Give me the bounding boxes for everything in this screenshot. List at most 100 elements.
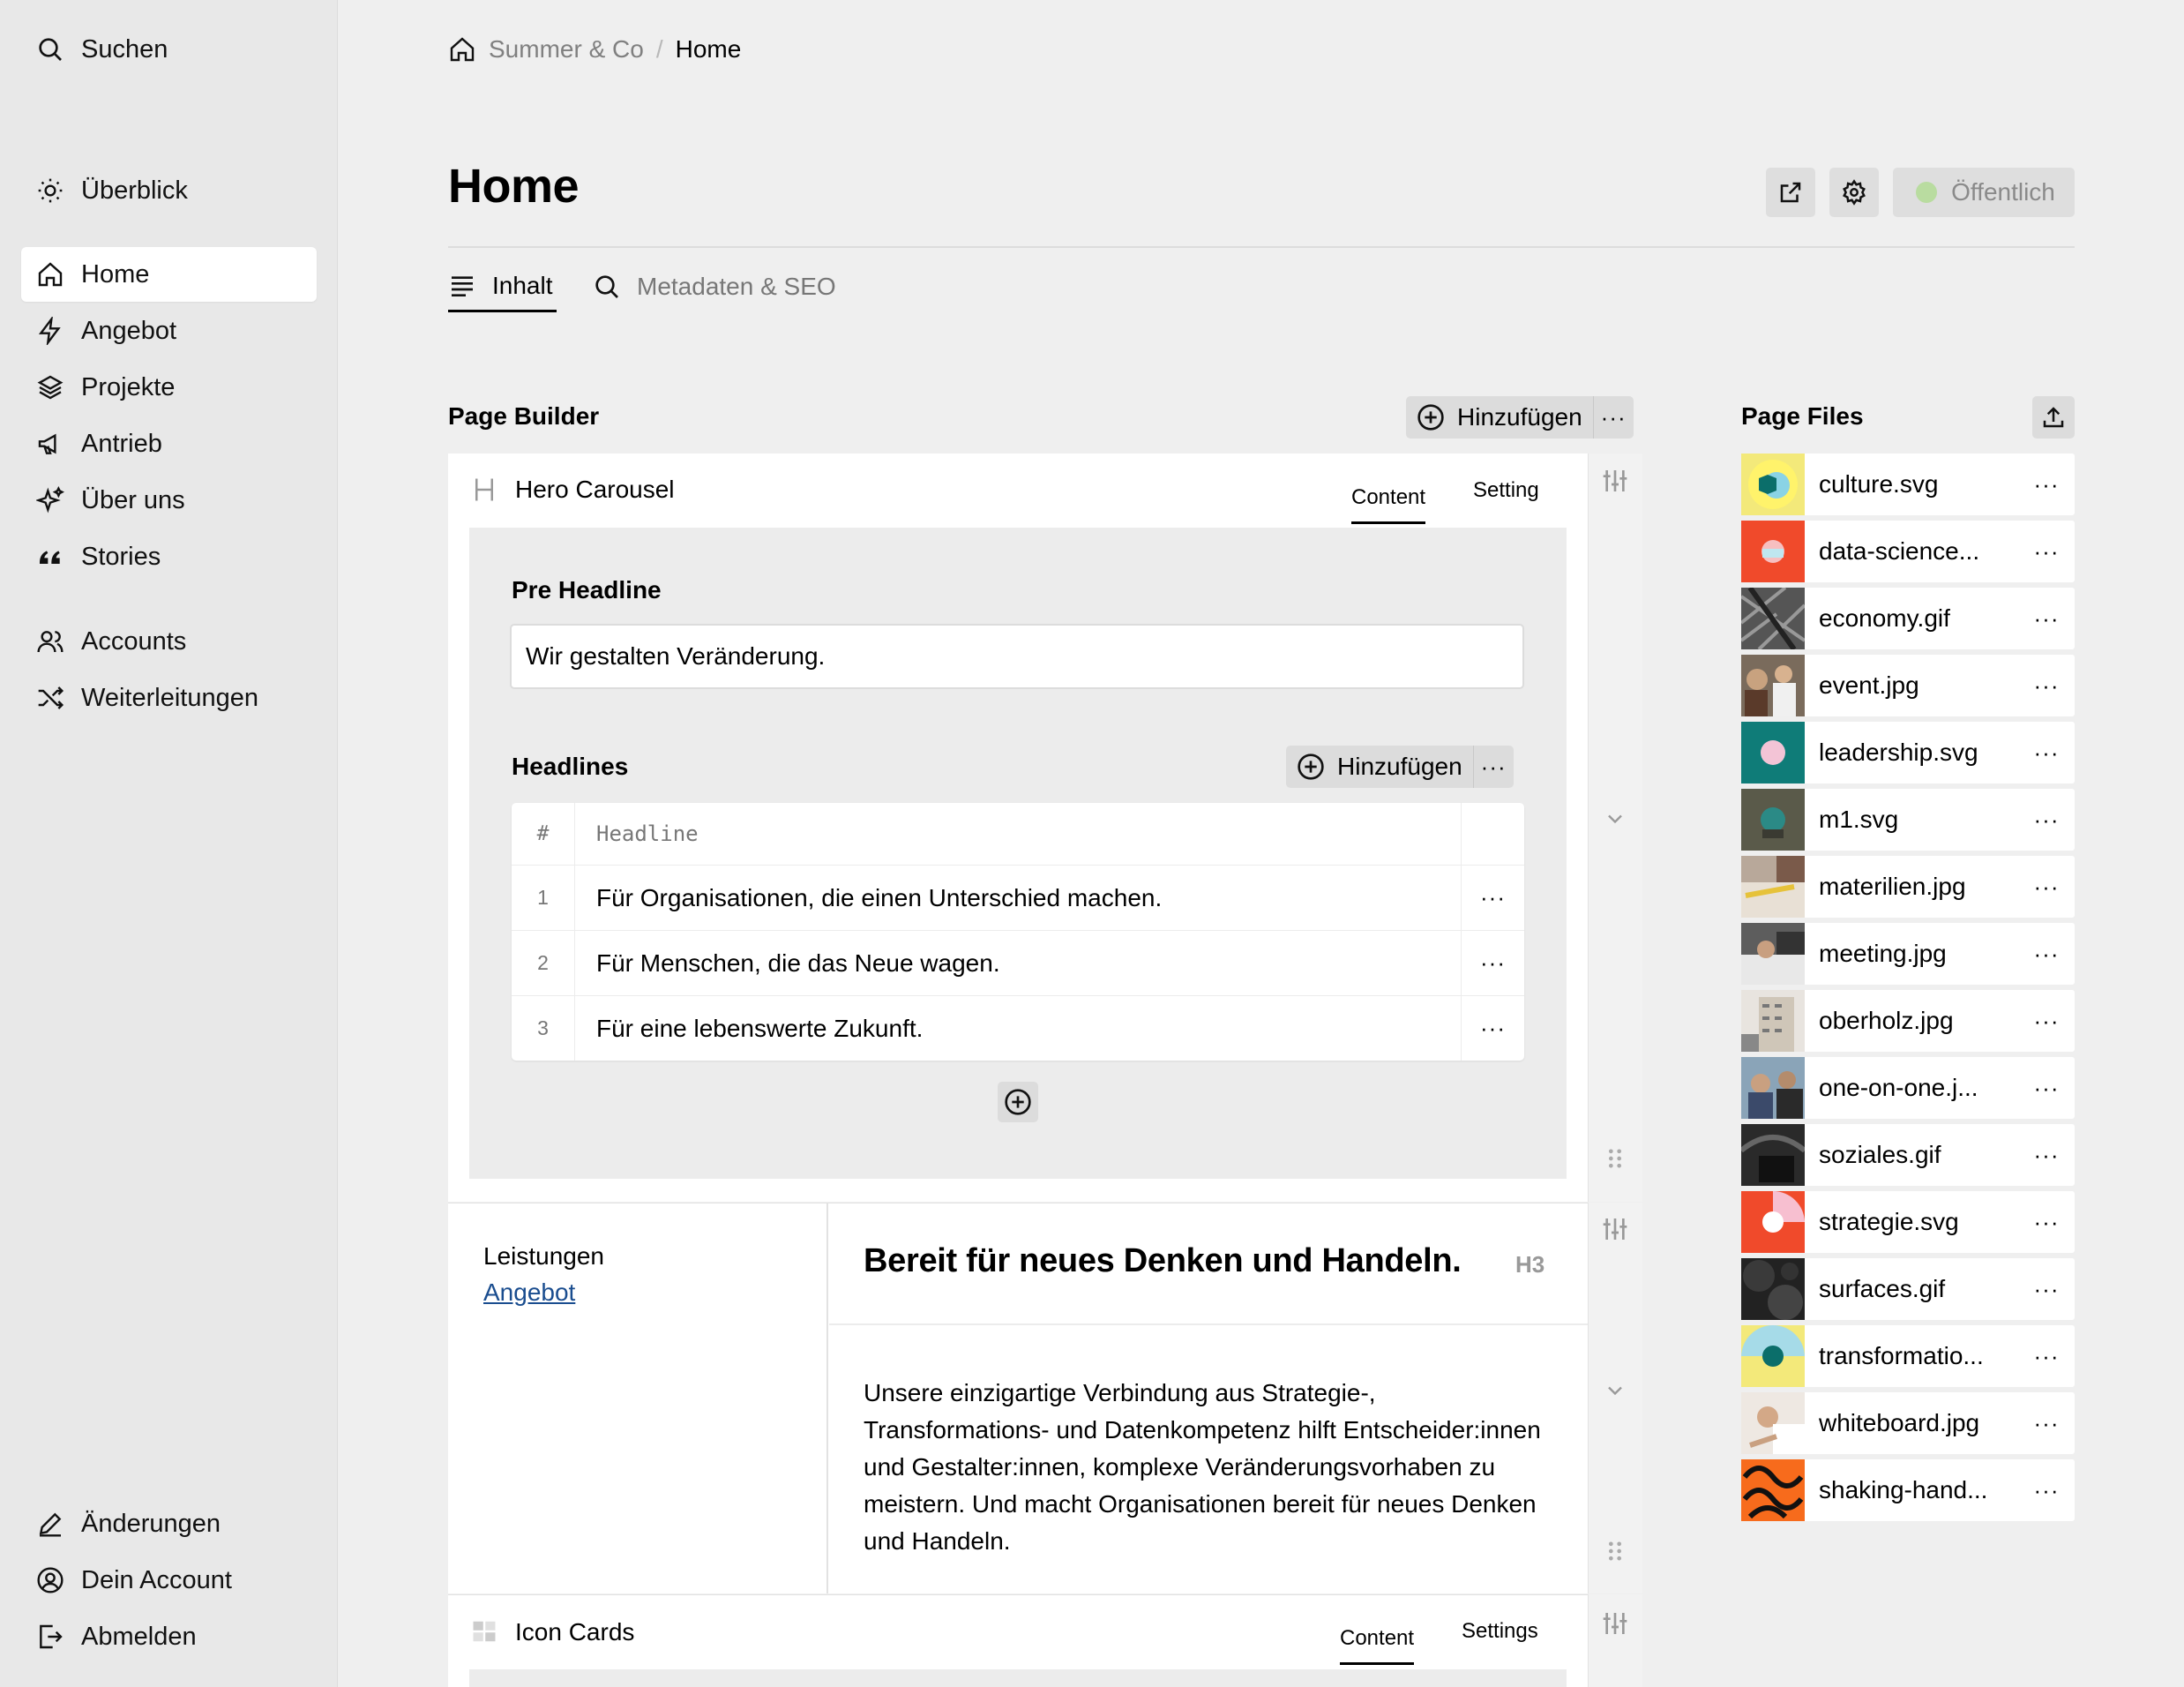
file-name[interactable]: soziales.gif <box>1819 1141 2018 1169</box>
file-name[interactable]: culture.svg <box>1819 470 2018 499</box>
adjust-icon[interactable] <box>1601 467 1629 495</box>
file-more-button[interactable]: ··· <box>2018 1343 2075 1370</box>
chevron-down-icon[interactable] <box>1601 805 1629 833</box>
sidebar-item-account[interactable]: Dein Account <box>21 1553 317 1608</box>
file-item[interactable]: surfaces.gif ··· <box>1741 1258 2075 1320</box>
sidebar-item-logout[interactable]: Abmelden <box>21 1609 317 1664</box>
row-headline[interactable]: Für Menschen, die das Neue wagen. <box>596 931 1000 995</box>
adjust-icon[interactable] <box>1601 1215 1629 1243</box>
file-item[interactable]: meeting.jpg ··· <box>1741 923 2075 985</box>
tab-inhalt[interactable]: Inhalt <box>448 261 557 312</box>
file-name[interactable]: shaking-hand... <box>1819 1476 2018 1504</box>
file-more-button[interactable]: ··· <box>2018 1410 2075 1437</box>
tab-settings[interactable]: Settings <box>1462 1614 1538 1649</box>
file-item[interactable]: strategie.svg ··· <box>1741 1191 2075 1253</box>
sidebar-item-ueber-uns[interactable]: Über uns <box>21 473 317 528</box>
row-more-button[interactable]: ··· <box>1461 866 1524 930</box>
row-headline[interactable]: Für eine lebenswerte Zukunft. <box>596 996 923 1061</box>
sidebar-item-projekte[interactable]: Projekte <box>21 360 317 415</box>
sidebar-item-stories[interactable]: Stories <box>21 529 317 584</box>
tab-seo[interactable]: Metadaten & SEO <box>593 261 836 312</box>
file-item[interactable]: materilien.jpg ··· <box>1741 856 2075 918</box>
sidebar-item-redirects[interactable]: Weiterleitungen <box>21 671 317 725</box>
table-row[interactable]: 1 Für Organisationen, die einen Untersch… <box>512 865 1524 930</box>
table-row[interactable]: 2 Für Menschen, die das Neue wagen. ··· <box>512 930 1524 995</box>
pre-headline-input[interactable]: Wir gestalten Veränderung. <box>510 624 1524 689</box>
sidebar-item-angebot[interactable]: Angebot <box>21 304 317 358</box>
sidebar-item-overview[interactable]: Überblick <box>21 163 317 218</box>
file-more-button[interactable]: ··· <box>2018 1209 2075 1236</box>
file-name[interactable]: economy.gif <box>1819 604 2018 633</box>
file-item[interactable]: whiteboard.jpg ··· <box>1741 1392 2075 1454</box>
row-more-button[interactable]: ··· <box>1461 996 1524 1061</box>
file-item[interactable]: economy.gif ··· <box>1741 588 2075 649</box>
file-item[interactable]: culture.svg ··· <box>1741 454 2075 515</box>
file-name[interactable]: data-science... <box>1819 537 2018 566</box>
file-name[interactable]: whiteboard.jpg <box>1819 1409 2018 1437</box>
file-item[interactable]: data-science... ··· <box>1741 521 2075 582</box>
breadcrumb-current[interactable]: Home <box>676 35 742 64</box>
tab-content[interactable]: Content <box>1351 473 1426 524</box>
file-more-button[interactable]: ··· <box>2018 605 2075 633</box>
file-item[interactable]: m1.svg ··· <box>1741 789 2075 851</box>
file-name[interactable]: leadership.svg <box>1819 739 2018 767</box>
file-more-button[interactable]: ··· <box>2018 1142 2075 1169</box>
file-more-button[interactable]: ··· <box>2018 672 2075 700</box>
headlines-add-button[interactable]: Hinzufügen <box>1286 746 1473 788</box>
drag-handle-icon[interactable] <box>1601 1537 1629 1565</box>
row-more-button[interactable]: ··· <box>1461 931 1524 995</box>
status-button[interactable]: Öffentlich <box>1893 168 2075 217</box>
sidebar-item-changes[interactable]: Änderungen <box>21 1496 317 1551</box>
file-more-button[interactable]: ··· <box>2018 1075 2075 1102</box>
file-name[interactable]: one-on-one.j... <box>1819 1074 2018 1102</box>
file-item[interactable]: event.jpg ··· <box>1741 655 2075 716</box>
file-item[interactable]: shaking-hand... ··· <box>1741 1459 2075 1521</box>
file-name[interactable]: surfaces.gif <box>1819 1275 2018 1303</box>
file-more-button[interactable]: ··· <box>2018 538 2075 566</box>
file-item[interactable]: oberholz.jpg ··· <box>1741 990 2075 1052</box>
file-more-button[interactable]: ··· <box>2018 739 2075 767</box>
file-more-button[interactable]: ··· <box>2018 873 2075 901</box>
file-item[interactable]: one-on-one.j... ··· <box>1741 1057 2075 1119</box>
sidebar-item-accounts[interactable]: Accounts <box>21 614 317 669</box>
home-icon[interactable] <box>448 35 476 64</box>
file-more-button[interactable]: ··· <box>2018 1276 2075 1303</box>
settings-button[interactable] <box>1829 168 1879 217</box>
upload-button[interactable] <box>2032 396 2075 439</box>
file-name[interactable]: strategie.svg <box>1819 1208 2018 1236</box>
builder-add-button[interactable]: Hinzufügen <box>1406 396 1593 439</box>
file-name[interactable]: transformatio... <box>1819 1342 2018 1370</box>
file-name[interactable]: materilien.jpg <box>1819 873 2018 901</box>
breadcrumb-site[interactable]: Summer & Co <box>489 35 644 64</box>
file-name[interactable]: oberholz.jpg <box>1819 1007 2018 1035</box>
adjust-icon[interactable] <box>1601 1609 1629 1638</box>
file-more-button[interactable]: ··· <box>2018 1477 2075 1504</box>
add-row-button[interactable] <box>998 1082 1038 1122</box>
tab-setting[interactable]: Setting <box>1473 473 1539 508</box>
sidebar-item-home[interactable]: Home <box>21 247 317 302</box>
file-more-button[interactable]: ··· <box>2018 471 2075 499</box>
file-more-button[interactable]: ··· <box>2018 806 2075 834</box>
block-body-text[interactable]: Unsere einzigartige Verbindung aus Strat… <box>864 1375 1543 1560</box>
table-row[interactable]: 3 Für eine lebenswerte Zukunft. ··· <box>512 995 1524 1061</box>
builder-more-button[interactable]: ··· <box>1592 396 1634 439</box>
tab-content[interactable]: Content <box>1340 1614 1415 1665</box>
block-heading[interactable]: Bereit für neues Denken und Handeln. <box>864 1242 1462 1280</box>
file-item[interactable]: transformatio... ··· <box>1741 1325 2075 1387</box>
file-more-button[interactable]: ··· <box>2018 1008 2075 1035</box>
file-name[interactable]: event.jpg <box>1819 671 2018 700</box>
chevron-down-icon[interactable] <box>1601 1376 1629 1405</box>
angebot-link[interactable]: Angebot <box>483 1278 575 1307</box>
open-external-button[interactable] <box>1766 168 1815 217</box>
search-button[interactable]: Suchen <box>21 22 317 77</box>
file-name[interactable]: meeting.jpg <box>1819 940 2018 968</box>
row-headline[interactable]: Für Organisationen, die einen Unterschie… <box>596 866 1162 930</box>
file-item[interactable]: soziales.gif ··· <box>1741 1124 2075 1186</box>
file-item[interactable]: leadership.svg ··· <box>1741 722 2075 784</box>
sidebar-item-antrieb[interactable]: Antrieb <box>21 416 317 471</box>
heading-level-badge[interactable]: H3 <box>1515 1251 1545 1278</box>
file-more-button[interactable]: ··· <box>2018 941 2075 968</box>
headlines-more-button[interactable]: ··· <box>1472 746 1514 788</box>
file-name[interactable]: m1.svg <box>1819 806 2018 834</box>
drag-handle-icon[interactable] <box>1601 1144 1629 1173</box>
